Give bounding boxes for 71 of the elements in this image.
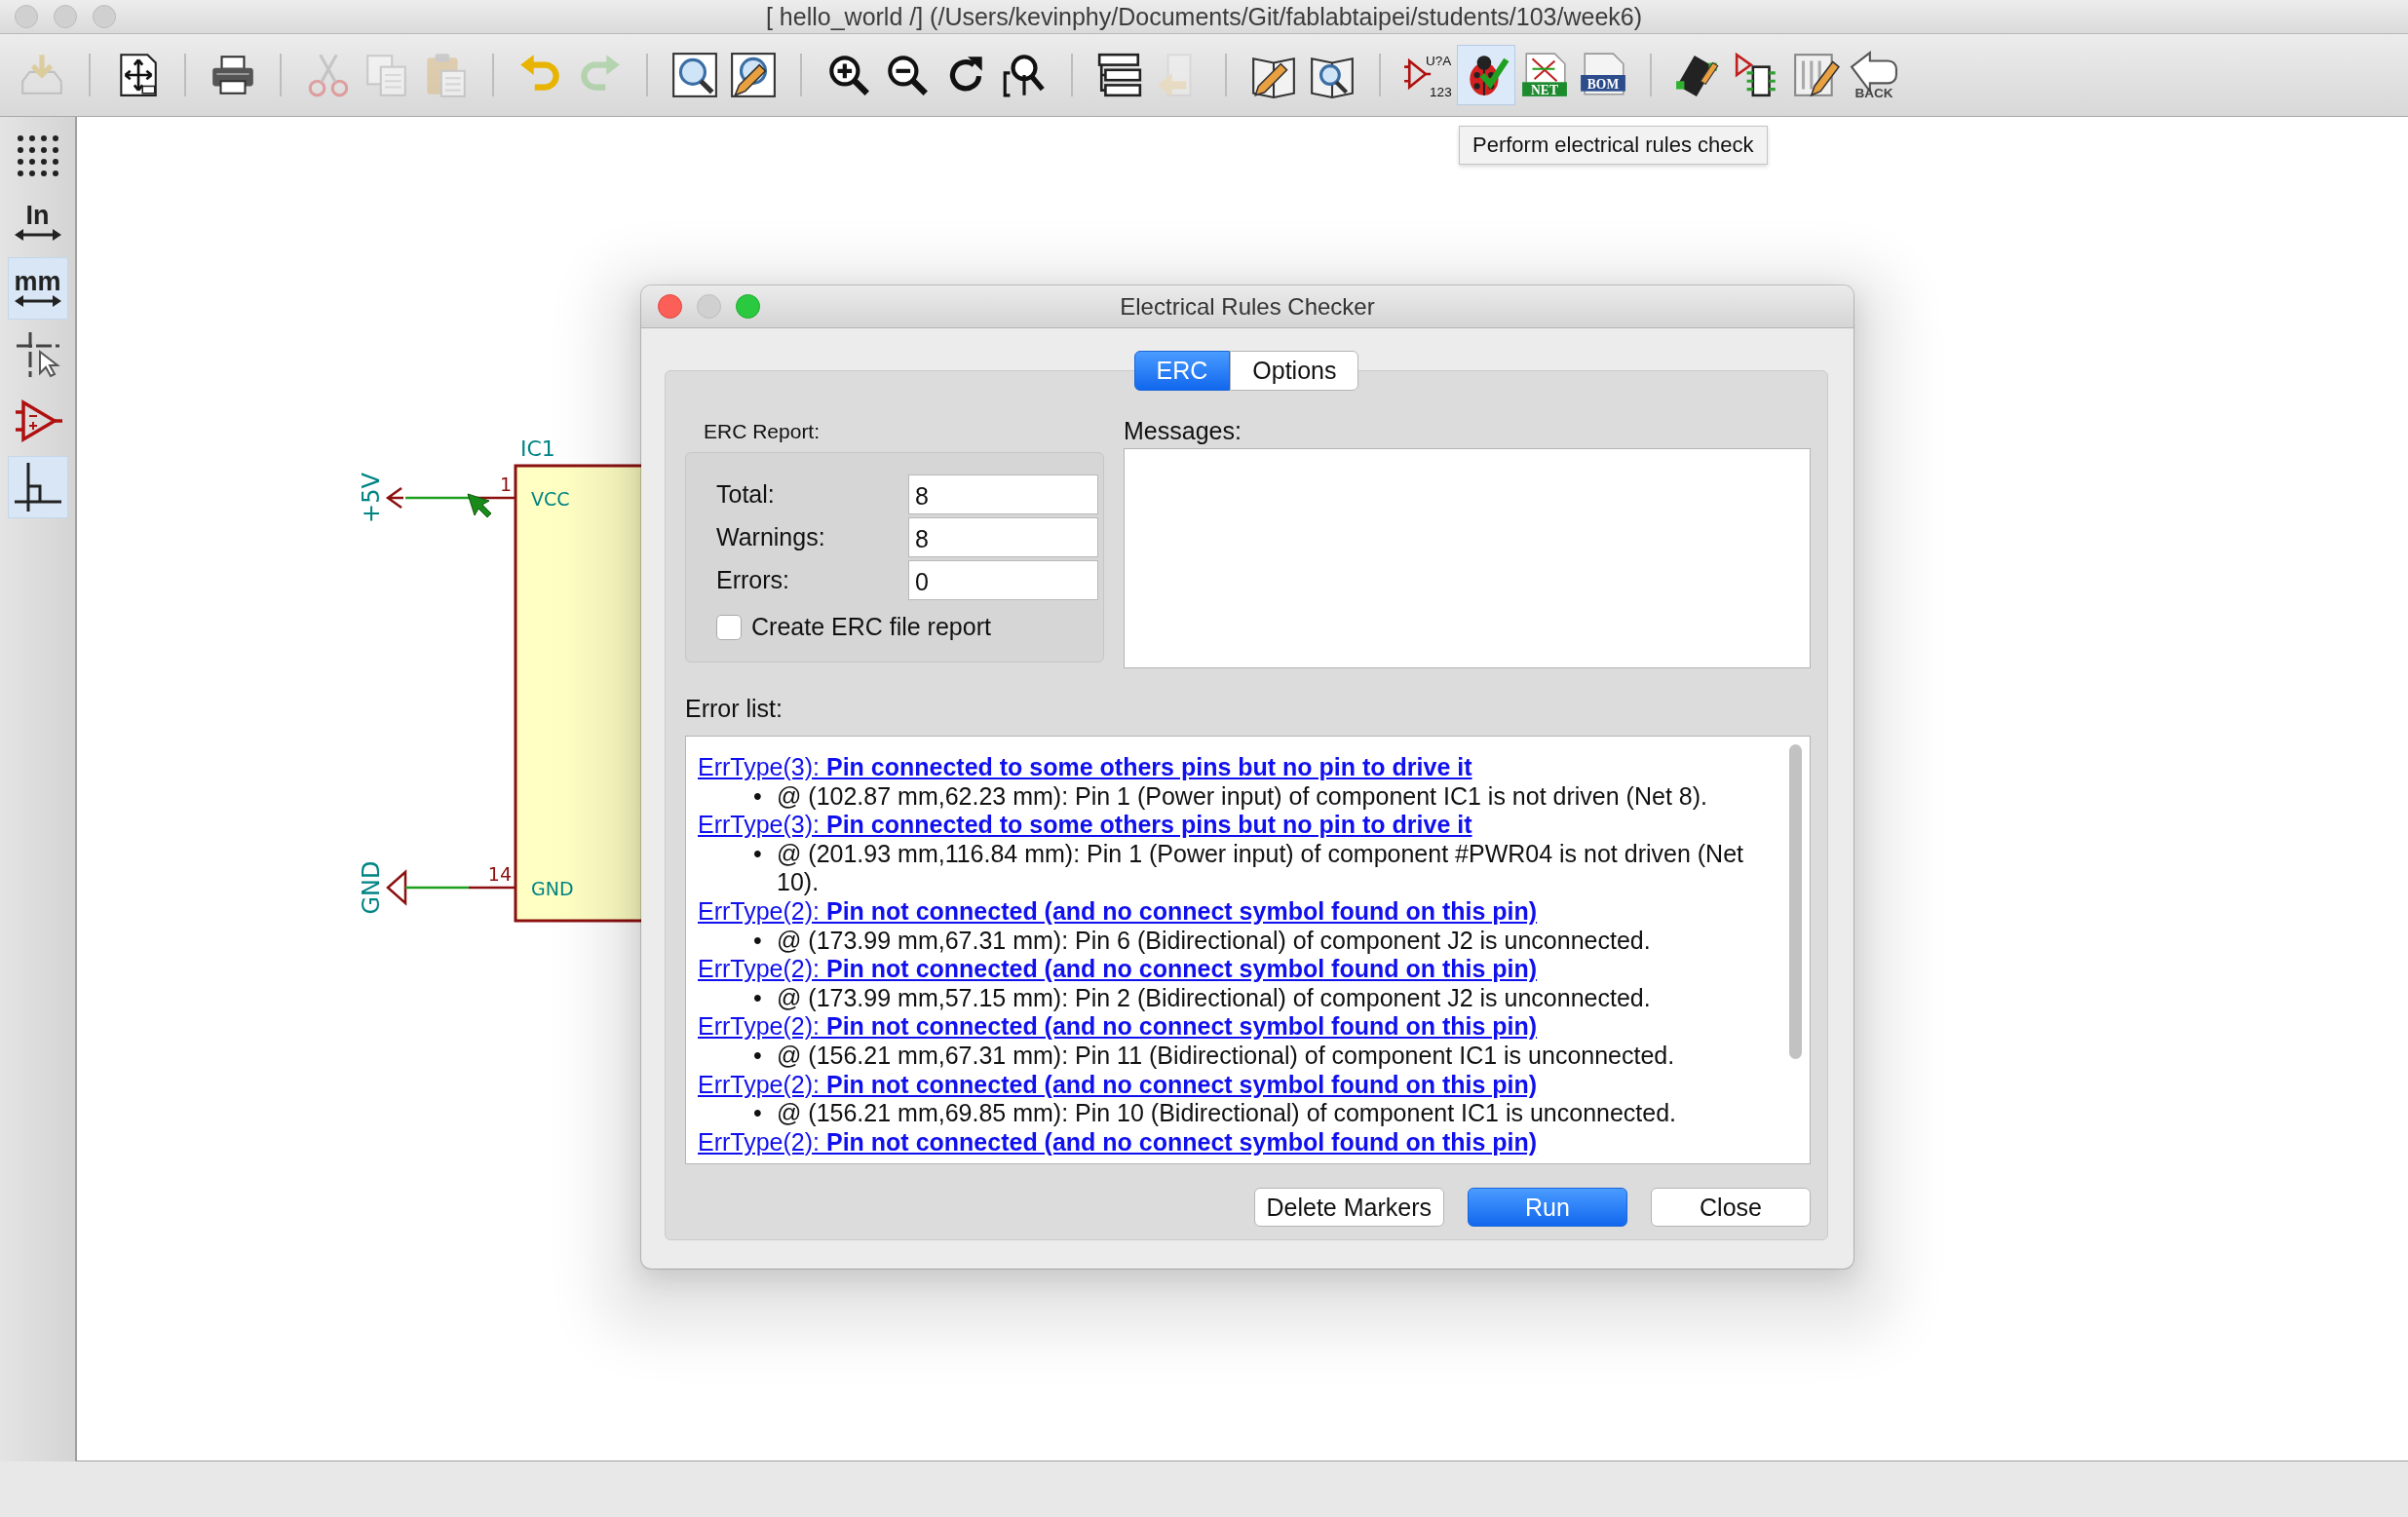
wire [405,496,469,500]
crosshair-cursor-icon [14,330,61,379]
search-pencil-icon [729,51,778,99]
cursor-icon [467,493,492,518]
readout-field[interactable]: 8 [908,474,1098,514]
dialog-button[interactable]: Close [1651,1188,1811,1227]
field-label: Total: [716,480,776,509]
pin-name: VCC [531,488,570,510]
window-title: [ hello_world /] (/Users/kevinphy/Documents/Git/fablabtaipei/students/103/week6) [765,2,1643,30]
tab[interactable]: ERC [1133,351,1231,391]
bullet: • [753,1099,763,1128]
tooltip: Perform electrical rules check [1459,126,1768,165]
error-detail: @ (156.21 mm,69.85 mm): Pin 10 (Bidirectional) of component IC1 is unconnected. [777,1099,1677,1128]
inch-units-button[interactable]: In [7,191,68,253]
tab[interactable]: Options [1230,351,1359,391]
component-reference: IC1 [520,436,555,461]
mm-units-button[interactable]: mm [7,257,68,320]
field-label: Errors: [716,566,790,594]
group-label: ERC Report: [703,419,822,444]
ground-symbol [386,869,407,906]
pin-line [469,886,516,890]
bom-button[interactable]: BOM [1574,45,1632,105]
field-label: Warnings: [716,523,826,551]
double-arrow-icon [14,228,61,242]
wire [405,886,469,890]
bullet: • [753,926,763,956]
error-list-label: Error list: [685,694,784,723]
power-symbol [385,486,405,510]
right-angle-line-icon [14,463,61,512]
netlist-button[interactable]: NET [1515,45,1574,105]
amplifier-icon [13,397,62,445]
error-link[interactable]: ErrType(3): Pin connected to some others pins but no pin to drive it [698,753,1472,782]
readout-field[interactable]: 8 [908,517,1098,557]
error-link[interactable]: ErrType(2): Pin not connected (and no connect symbol found on this pin) [698,1070,1538,1100]
bullet: • [753,839,763,869]
scrollbar-thumb[interactable] [1789,744,1802,1059]
net-label: +5V [358,473,385,523]
error-detail: @ (201.93 mm,116.84 mm): Pin 1 (Power input) of component #PWR04 is not driven (Net 10). [777,839,1744,897]
error-detail: @ (173.99 mm,57.15 mm): Pin 2 (Bidirectional) of component J2 is unconnected. [777,983,1651,1013]
messages-label: Messages: [1124,417,1242,446]
bullet: • [753,781,763,812]
bullet: • [753,1041,763,1071]
error-link[interactable]: ErrType(2): Pin not connected (and no connect symbol found on this pin) [698,1127,1538,1157]
double-arrow-icon [14,294,61,308]
pin-number: 14 [487,863,512,885]
grid-icon [15,133,60,178]
erc-button[interactable] [1457,45,1515,105]
bullet: • [753,983,763,1013]
back-button[interactable]: BACK [1845,45,1903,105]
error-detail: @ (173.99 mm,67.31 mm): Pin 6 (Bidirectional) of component J2 is unconnected. [777,926,1651,956]
close-window-button[interactable] [658,294,682,319]
board-pencil-icon [1791,51,1840,99]
error-detail: @ (156.21 mm,67.31 mm): Pin 11 (Bidirectional) of component IC1 is unconnected. [777,1041,1675,1071]
checkbox[interactable] [716,614,742,640]
error-link[interactable]: ErrType(2): Pin not connected (and no connect symbol found on this pin) [698,955,1538,984]
error-link[interactable]: ErrType(2): Pin not connected (and no connect symbol found on this pin) [698,1012,1538,1042]
pin-number: 1 [499,474,512,495]
annotate-button[interactable]: U?A 123 [1398,45,1457,105]
error-detail: @ (102.87 mm,62.23 mm): Pin 1 (Power input) of component IC1 is not driven (Net 8). [777,781,1707,812]
hierarchy-icon [1095,51,1144,99]
dialog-button[interactable]: Delete Markers [1253,1188,1444,1227]
checkbox-label: Create ERC file report [751,613,991,641]
pin-name: GND [531,878,574,899]
error-link[interactable]: ErrType(3): Pin connected to some others pins but no pin to drive it [698,811,1472,840]
dialog-title: Electrical Rules Checker [1120,292,1375,321]
readout-field[interactable]: 0 [908,560,1098,600]
error-link[interactable]: ErrType(2): Pin not connected (and no connect symbol found on this pin) [698,896,1538,927]
net-label: GND [358,860,385,915]
line-mode-button[interactable] [7,456,68,518]
dialog-button[interactable]: Run [1468,1188,1627,1227]
search-icon [670,51,719,99]
